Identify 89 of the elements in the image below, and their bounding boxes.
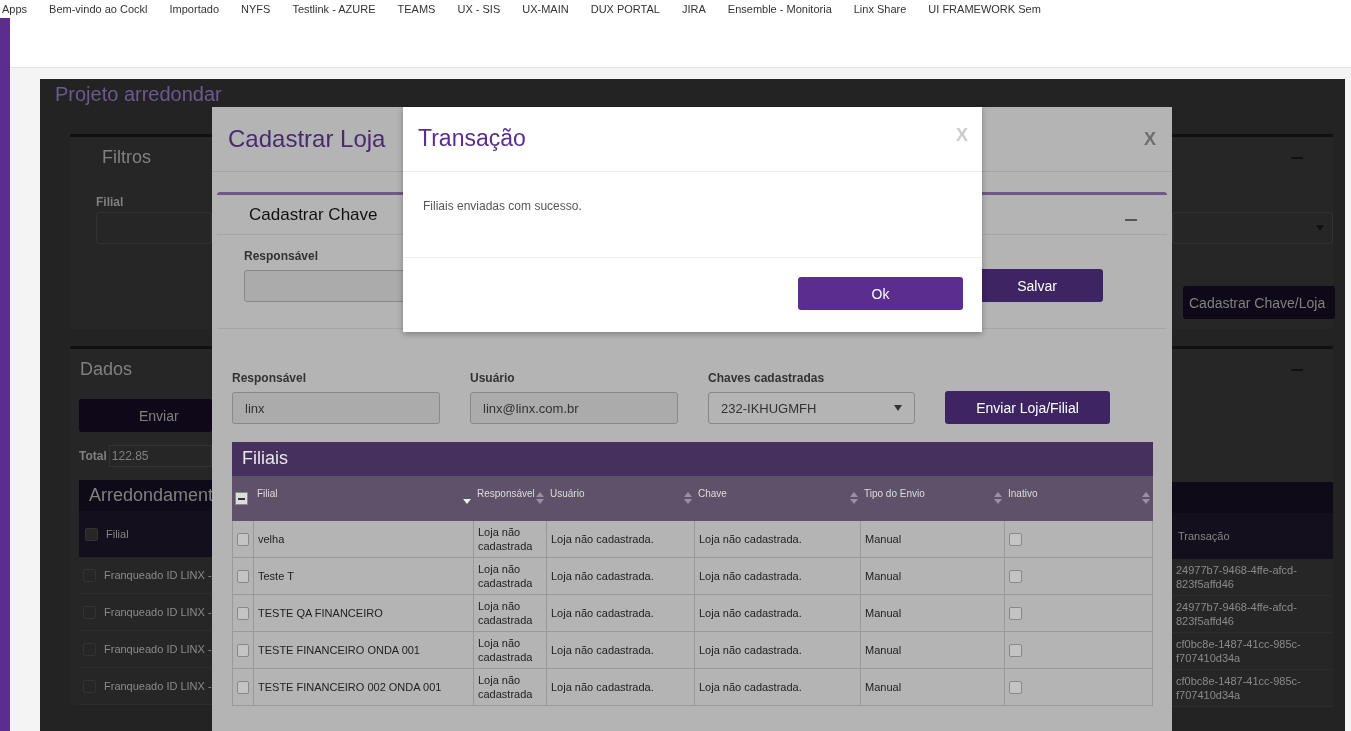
table-cell: Loja não cadastrada.	[551, 532, 654, 546]
column-header[interactable]: Inativo	[1005, 476, 1153, 521]
table-cell: Loja não cadastrada.	[551, 680, 654, 694]
table-cell: cf0bc8e-1487-41cc-985c- f707410d34a	[1176, 637, 1301, 665]
table-cell-text: Loja não cadastrada	[478, 673, 534, 701]
caret-icon	[894, 405, 902, 411]
table-cell: TESTE QA FINANCEIRO	[258, 606, 383, 620]
table-cell: 24977b7-9468-4ffe-afcd- 823f5affd46	[1176, 563, 1297, 591]
bookmark-link[interactable]: Linx Share	[853, 3, 907, 15]
bookmark-link[interactable]: JIRA	[681, 3, 706, 15]
total-label: Total	[79, 449, 107, 463]
keys-select[interactable]: 232-IKHUGMFH	[708, 392, 915, 424]
bookmark-link[interactable]: Bem-vindo ao Cockl	[49, 3, 148, 15]
responsavel-field[interactable]: linx	[232, 392, 440, 424]
table-cell: Loja não cadastrada.	[699, 606, 802, 620]
field-label: Usuário	[470, 371, 516, 385]
panel-title: Filtros	[102, 147, 151, 168]
row-checkbox[interactable]	[237, 643, 249, 657]
bookmark-link[interactable]: NYFS	[241, 3, 271, 15]
table-cell: Loja não cadastrada.	[699, 569, 802, 583]
table-cell: Manual	[865, 606, 902, 620]
bookmark-link[interactable]: UI FRAMEWORK Sem	[928, 3, 1041, 15]
bookmark-link[interactable]: TEAMS	[397, 3, 436, 15]
column-header[interactable]: Filial	[254, 476, 474, 521]
table-cell-text: Loja não cadastrada	[478, 562, 534, 590]
send-stores-button[interactable]: Enviar Loja/Filial	[945, 391, 1110, 424]
bookmark-link[interactable]: Importado	[169, 3, 220, 15]
column-header[interactable]: Transação	[1178, 530, 1230, 542]
column-header[interactable]: Responsável	[474, 476, 547, 521]
column-header[interactable]: Tipo do Envio	[861, 476, 1005, 521]
table-cell: TESTE FINANCEIRO 002 ONDA 001	[258, 680, 442, 694]
table-cell: Manual	[865, 680, 902, 694]
table-cell: velha	[258, 532, 285, 546]
table-cell: Manual	[865, 569, 902, 583]
dialog-message: Filiais enviadas com sucesso.	[423, 199, 582, 213]
column-header[interactable]: Filial	[106, 528, 129, 540]
bookmark-link[interactable]: UX-MAIN	[522, 3, 569, 15]
field-label: Chaves cadastradas	[708, 371, 826, 385]
minus-icon	[238, 497, 245, 500]
table-cell: Franqueado ID LINX -	[104, 568, 212, 582]
table-title: Arredondament	[79, 480, 212, 511]
table-cell-text: Loja não cadastrada	[478, 525, 534, 553]
field-label: Responsável	[232, 371, 308, 385]
page-title: Projeto arredondar	[54, 82, 223, 107]
table-title: Filiais	[232, 442, 1153, 476]
table-cell: Loja não cadastrada.	[699, 680, 802, 694]
table-cell: Manual	[865, 532, 902, 546]
column-header[interactable]: Usuário	[547, 476, 695, 521]
modal-title: Cadastrar Loja	[228, 125, 386, 153]
table-cell: Loja não cadastrada.	[699, 532, 802, 546]
bookmark-link[interactable]: DUX PORTAL	[590, 3, 660, 15]
register-button[interactable]: Cadastrar Chave/Loja	[1183, 286, 1335, 319]
header-checkbox[interactable]	[85, 527, 98, 541]
field-label: Responsável	[244, 249, 320, 263]
panel-title: Dados	[80, 359, 133, 380]
table-cell-text: Loja não cadastrada	[478, 636, 534, 664]
collapse-icon[interactable]	[1125, 218, 1137, 221]
table-cell: Franqueado ID LINX -	[104, 679, 212, 693]
ok-button[interactable]: Ok	[798, 277, 963, 310]
dialog-title: Transação	[418, 125, 526, 152]
table-cell: cf0bc8e-1487-41cc-985c- f707410d34a	[1176, 674, 1301, 702]
row-checkbox[interactable]	[237, 532, 249, 546]
table-cell: TESTE FINANCEIRO ONDA 001	[258, 643, 420, 657]
table-cell-text: Loja não cadastrada	[478, 599, 534, 627]
filial-field[interactable]	[96, 212, 212, 244]
table-cell: Manual	[865, 643, 902, 657]
table-cell: Franqueado ID LINX -	[104, 605, 212, 619]
row-checkbox[interactable]	[237, 606, 249, 620]
row-checkbox[interactable]	[237, 680, 249, 694]
table-cell: Loja não cadastrada.	[699, 643, 802, 657]
table-cell: Franqueado ID LINX -	[104, 642, 212, 656]
table-cell: Teste T	[258, 569, 294, 583]
panel-title: Cadastrar Chave	[249, 204, 378, 225]
select-all-checkbox[interactable]	[235, 492, 248, 505]
total-field[interactable]: 122.85	[108, 445, 212, 467]
bookmark-link[interactable]: Ensemble - Monitoria	[727, 3, 832, 15]
user-field[interactable]: linx@linx.com.br	[470, 392, 678, 424]
row-checkbox[interactable]	[237, 569, 249, 583]
table-cell: Loja não cadastrada.	[551, 643, 654, 657]
table-cell: Loja não cadastrada.	[551, 569, 654, 583]
send-button[interactable]: Enviar	[79, 399, 212, 432]
bookmark-link[interactable]: UX - SIS	[457, 3, 501, 15]
bookmark-link[interactable]: Testlink - AZURE	[292, 3, 376, 15]
table-cell: 24977b7-9468-4ffe-afcd- 823f5affd46	[1176, 600, 1297, 628]
column-header[interactable]: Chave	[695, 476, 861, 521]
select-field[interactable]	[1172, 212, 1333, 244]
bookmark-link[interactable]: Apps	[2, 3, 28, 15]
field-label: Filial	[96, 195, 124, 209]
table-cell: Loja não cadastrada.	[551, 606, 654, 620]
